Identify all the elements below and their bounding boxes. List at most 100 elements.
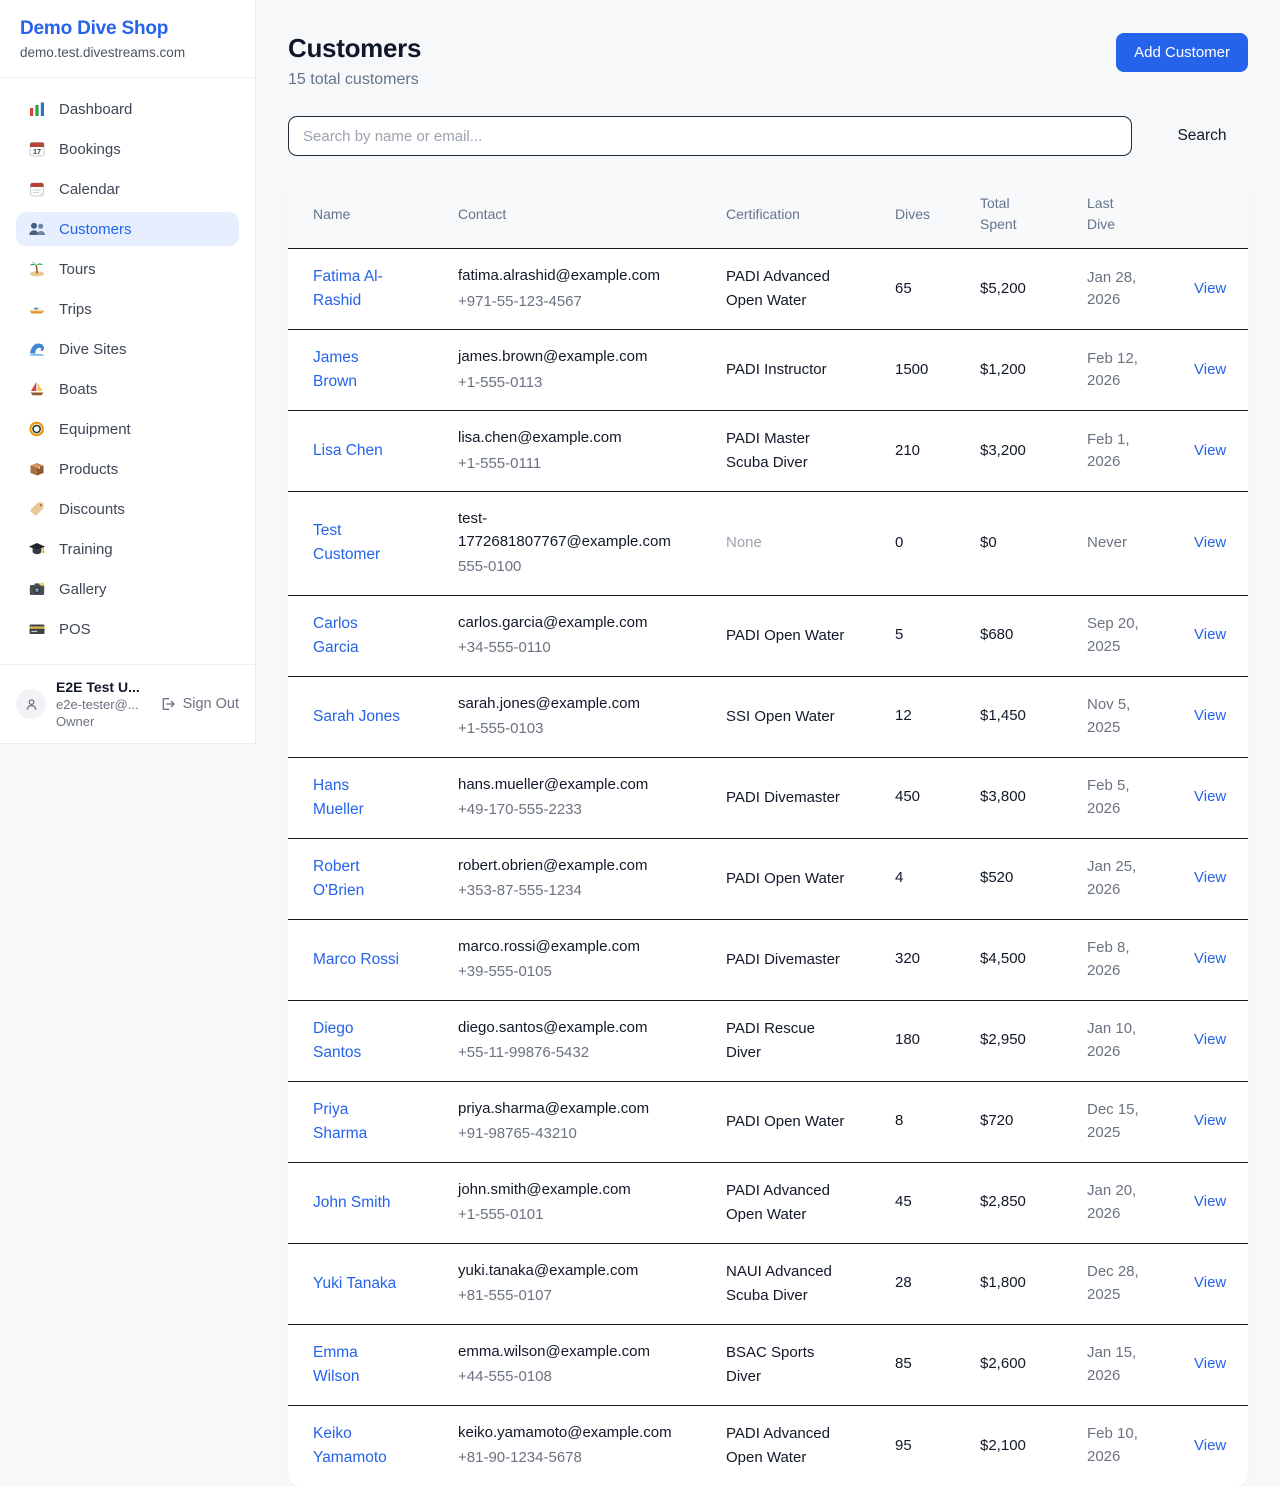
view-link[interactable]: View — [1194, 1355, 1226, 1372]
people-icon — [28, 220, 46, 238]
sidebar-item-products[interactable]: Products — [16, 452, 239, 486]
sidebar-item-label: Calendar — [59, 181, 120, 198]
customer-name-link[interactable]: Fatima Al-Rashid — [313, 265, 401, 313]
certification-cell: NAUI Advanced Scuba Diver — [726, 1243, 895, 1324]
sidebar-item-training[interactable]: Training — [16, 532, 239, 566]
certification-cell: PADI Master Scuba Diver — [726, 411, 895, 492]
sidebar-item-customers[interactable]: Customers — [16, 212, 239, 246]
customer-name-link[interactable]: Marco Rossi — [313, 948, 399, 972]
sidebar-item-dashboard[interactable]: Dashboard — [16, 92, 239, 126]
certification-cell: PADI Instructor — [726, 330, 895, 411]
table-row: Sarah Jones sarah.jones@example.com +1-5… — [288, 676, 1248, 757]
last-dive-cell: Jan 15, 2026 — [1087, 1324, 1194, 1405]
view-link[interactable]: View — [1194, 442, 1226, 459]
customer-name-link[interactable]: Lisa Chen — [313, 439, 383, 463]
total-spent-cell: $5,200 — [980, 249, 1087, 330]
sidebar-item-label: POS — [59, 621, 91, 638]
sidebar-item-tours[interactable]: Tours — [16, 252, 239, 286]
tag-icon — [28, 500, 46, 518]
sidebar-item-discounts[interactable]: Discounts — [16, 492, 239, 526]
customer-phone: +49-170-555-2233 — [458, 799, 718, 822]
view-link[interactable]: View — [1194, 280, 1226, 297]
customer-name-link[interactable]: Yuki Tanaka — [313, 1272, 396, 1296]
table-row: Hans Mueller hans.mueller@example.com +4… — [288, 757, 1248, 838]
customer-name-link[interactable]: Hans Mueller — [313, 774, 401, 822]
view-link[interactable]: View — [1194, 788, 1226, 805]
view-link[interactable]: View — [1194, 626, 1226, 643]
view-link[interactable]: View — [1194, 1274, 1226, 1291]
last-dive-cell: Feb 5, 2026 — [1087, 757, 1194, 838]
certification-cell: PADI Advanced Open Water — [726, 249, 895, 330]
contact-cell: james.brown@example.com +1-555-0113 — [458, 330, 726, 411]
sign-out-button[interactable]: Sign Out — [160, 696, 239, 712]
customer-email: robert.obrien@example.com — [458, 855, 676, 878]
search-input[interactable] — [288, 116, 1132, 156]
certification-cell: PADI Open Water — [726, 595, 895, 676]
shop-domain: demo.test.divestreams.com — [20, 45, 235, 60]
contact-cell: test-1772681807767@example.com 555-0100 — [458, 492, 726, 596]
dives-cell: 210 — [895, 411, 980, 492]
sidebar-item-dive-sites[interactable]: Dive Sites — [16, 332, 239, 366]
customer-name-link[interactable]: Emma Wilson — [313, 1341, 401, 1389]
customer-name-link[interactable]: Priya Sharma — [313, 1098, 401, 1146]
sidebar-item-pos[interactable]: POS — [16, 612, 239, 646]
sidebar-nav: Dashboard 17 Bookings Calendar Customers… — [0, 78, 255, 664]
view-link[interactable]: View — [1194, 1193, 1226, 1210]
customer-name-link[interactable]: Test Customer — [313, 519, 401, 567]
customer-name-link[interactable]: Carlos Garcia — [313, 612, 401, 660]
view-link[interactable]: View — [1194, 1031, 1226, 1048]
sign-out-icon — [160, 696, 176, 712]
sidebar-item-equipment[interactable]: Equipment — [16, 412, 239, 446]
contact-cell: lisa.chen@example.com +1-555-0111 — [458, 411, 726, 492]
view-link[interactable]: View — [1194, 1112, 1226, 1129]
add-customer-button[interactable]: Add Customer — [1116, 33, 1248, 72]
contact-cell: carlos.garcia@example.com +34-555-0110 — [458, 595, 726, 676]
last-dive-cell: Feb 1, 2026 — [1087, 411, 1194, 492]
table-row: Fatima Al-Rashid fatima.alrashid@example… — [288, 249, 1248, 330]
customer-phone: +39-555-0105 — [458, 961, 718, 984]
sidebar-item-bookings[interactable]: 17 Bookings — [16, 132, 239, 166]
sidebar-item-trips[interactable]: Trips — [16, 292, 239, 326]
total-spent-cell: $2,950 — [980, 1000, 1087, 1081]
customer-name-link[interactable]: Sarah Jones — [313, 705, 400, 729]
last-dive-cell: Jan 10, 2026 — [1087, 1000, 1194, 1081]
dives-cell: 450 — [895, 757, 980, 838]
customer-email: john.smith@example.com — [458, 1179, 676, 1202]
sidebar-item-calendar[interactable]: Calendar — [16, 172, 239, 206]
customer-phone: +1-555-0101 — [458, 1204, 718, 1227]
contact-cell: yuki.tanaka@example.com +81-555-0107 — [458, 1243, 726, 1324]
customer-phone: +34-555-0110 — [458, 637, 718, 660]
last-dive-cell: Sep 20, 2025 — [1087, 595, 1194, 676]
customer-email: yuki.tanaka@example.com — [458, 1260, 676, 1283]
user-meta: E2E Test U... e2e-tester@... Owner — [56, 679, 140, 729]
sidebar-item-label: Discounts — [59, 501, 125, 518]
customer-name-link[interactable]: John Smith — [313, 1191, 391, 1215]
sidebar-item-boats[interactable]: Boats — [16, 372, 239, 406]
search-button[interactable]: Search — [1156, 119, 1248, 153]
view-link[interactable]: View — [1194, 1437, 1226, 1454]
view-link[interactable]: View — [1194, 869, 1226, 886]
customer-email: carlos.garcia@example.com — [458, 612, 676, 635]
total-spent-cell: $680 — [980, 595, 1087, 676]
certification-cell: PADI Open Water — [726, 838, 895, 919]
total-spent-cell: $2,100 — [980, 1405, 1087, 1486]
sidebar-item-gallery[interactable]: Gallery — [16, 572, 239, 606]
customer-email: james.brown@example.com — [458, 346, 676, 369]
desert-island-icon — [28, 260, 46, 278]
view-link[interactable]: View — [1194, 534, 1226, 551]
view-link[interactable]: View — [1194, 950, 1226, 967]
sidebar-item-label: Trips — [59, 301, 92, 318]
customer-name-link[interactable]: Keiko Yamamoto — [313, 1422, 401, 1470]
speedboat-icon — [28, 300, 46, 318]
customer-name-link[interactable]: Robert O'Brien — [313, 855, 401, 903]
customer-email: hans.mueller@example.com — [458, 774, 676, 797]
customer-name-link[interactable]: Diego Santos — [313, 1017, 401, 1065]
view-link[interactable]: View — [1194, 707, 1226, 724]
view-link[interactable]: View — [1194, 361, 1226, 378]
customer-name-link[interactable]: James Brown — [313, 346, 401, 394]
table-row: Emma Wilson emma.wilson@example.com +44-… — [288, 1324, 1248, 1405]
contact-cell: sarah.jones@example.com +1-555-0103 — [458, 676, 726, 757]
table-header-row: Name Contact Certification Dives Total S… — [288, 180, 1248, 249]
column-header-last-dive: Last Dive — [1087, 180, 1194, 249]
certification-cell: PADI Divemaster — [726, 919, 895, 1000]
